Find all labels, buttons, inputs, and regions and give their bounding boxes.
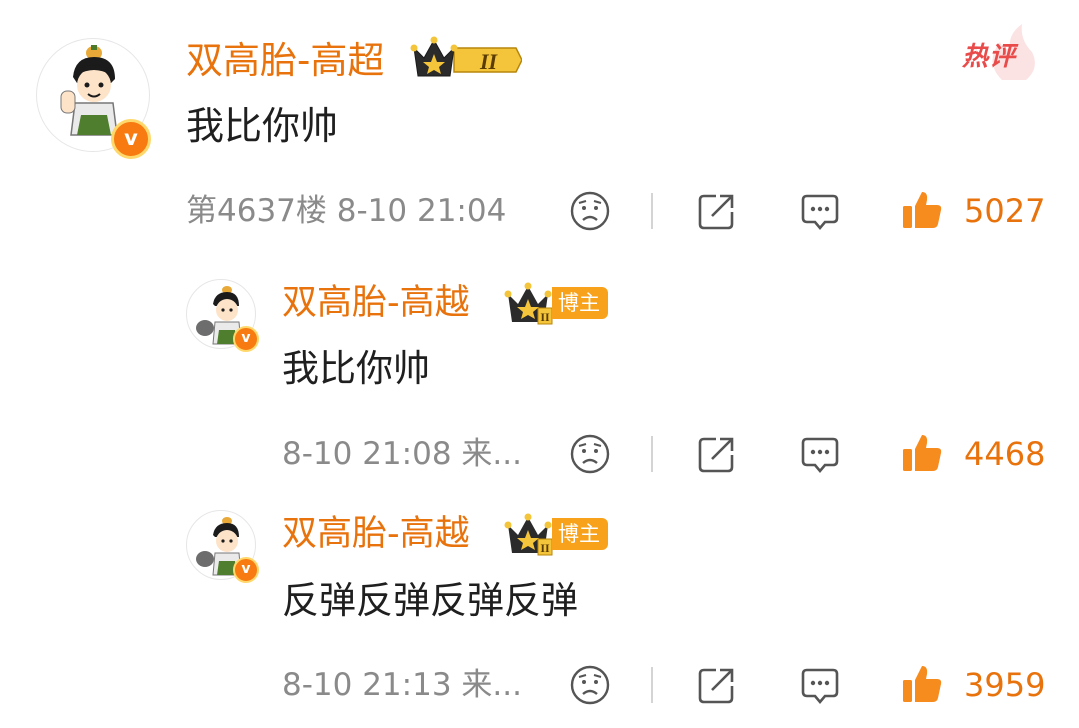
comment-text: 我比你帅: [282, 347, 430, 390]
sad-face-icon[interactable]: [569, 190, 611, 232]
comment-source[interactable]: 来...: [461, 436, 522, 472]
comment-text: 反弹反弹反弹反弹: [282, 579, 578, 622]
divider: [651, 193, 653, 229]
thumbs-up-icon[interactable]: [900, 431, 944, 475]
svg-text:II: II: [540, 310, 550, 324]
author-name[interactable]: 双高胎-高越: [282, 512, 470, 556]
author-name[interactable]: 双高胎-高越: [282, 281, 470, 325]
share-icon[interactable]: [696, 190, 738, 232]
like-count[interactable]: 5027: [964, 191, 1045, 231]
like-count[interactable]: 4468: [964, 434, 1045, 474]
share-icon[interactable]: [696, 664, 738, 706]
comment-time: 8-10 21:08: [282, 436, 452, 472]
sad-face-icon[interactable]: [569, 664, 611, 706]
comment-text: 我比你帅: [186, 104, 339, 148]
comment-source[interactable]: 来...: [461, 667, 522, 703]
avatar[interactable]: v: [36, 38, 151, 159]
comment-time: 8-10 21:13: [282, 667, 452, 703]
level-badge-text: II: [479, 49, 499, 74]
floor-number: 第4637楼: [186, 193, 327, 229]
verified-v-icon: v: [233, 557, 259, 583]
thumbs-up-icon[interactable]: [900, 188, 944, 232]
comment-icon[interactable]: [799, 664, 841, 706]
like-count[interactable]: 3959: [964, 665, 1045, 705]
comment-icon[interactable]: [799, 433, 841, 475]
comment-time: 8-10 21:04: [336, 193, 507, 229]
blogger-tag: 博主: [552, 287, 608, 319]
crown-icon: II: [504, 513, 553, 556]
sad-face-icon[interactable]: [569, 433, 611, 475]
share-icon[interactable]: [696, 433, 738, 475]
verified-v-icon: v: [111, 119, 151, 159]
crown-icon: II: [504, 282, 553, 325]
svg-text:II: II: [540, 541, 550, 555]
comment-icon[interactable]: [799, 190, 841, 232]
level-badge[interactable]: II: [410, 36, 522, 80]
comment-thread: v 双高胎-高超 II 热评 我比你帅 第4637楼 8-10 21:04 50…: [0, 0, 1079, 728]
verified-v-icon: v: [233, 326, 259, 352]
blogger-tag: 博主: [552, 518, 608, 550]
hot-comment-label: 热评: [962, 42, 1017, 72]
divider: [651, 667, 653, 703]
author-name[interactable]: 双高胎-高超: [186, 38, 384, 84]
divider: [651, 436, 653, 472]
thumbs-up-icon[interactable]: [900, 662, 944, 706]
avatar[interactable]: v: [186, 510, 259, 583]
avatar[interactable]: v: [186, 279, 259, 352]
